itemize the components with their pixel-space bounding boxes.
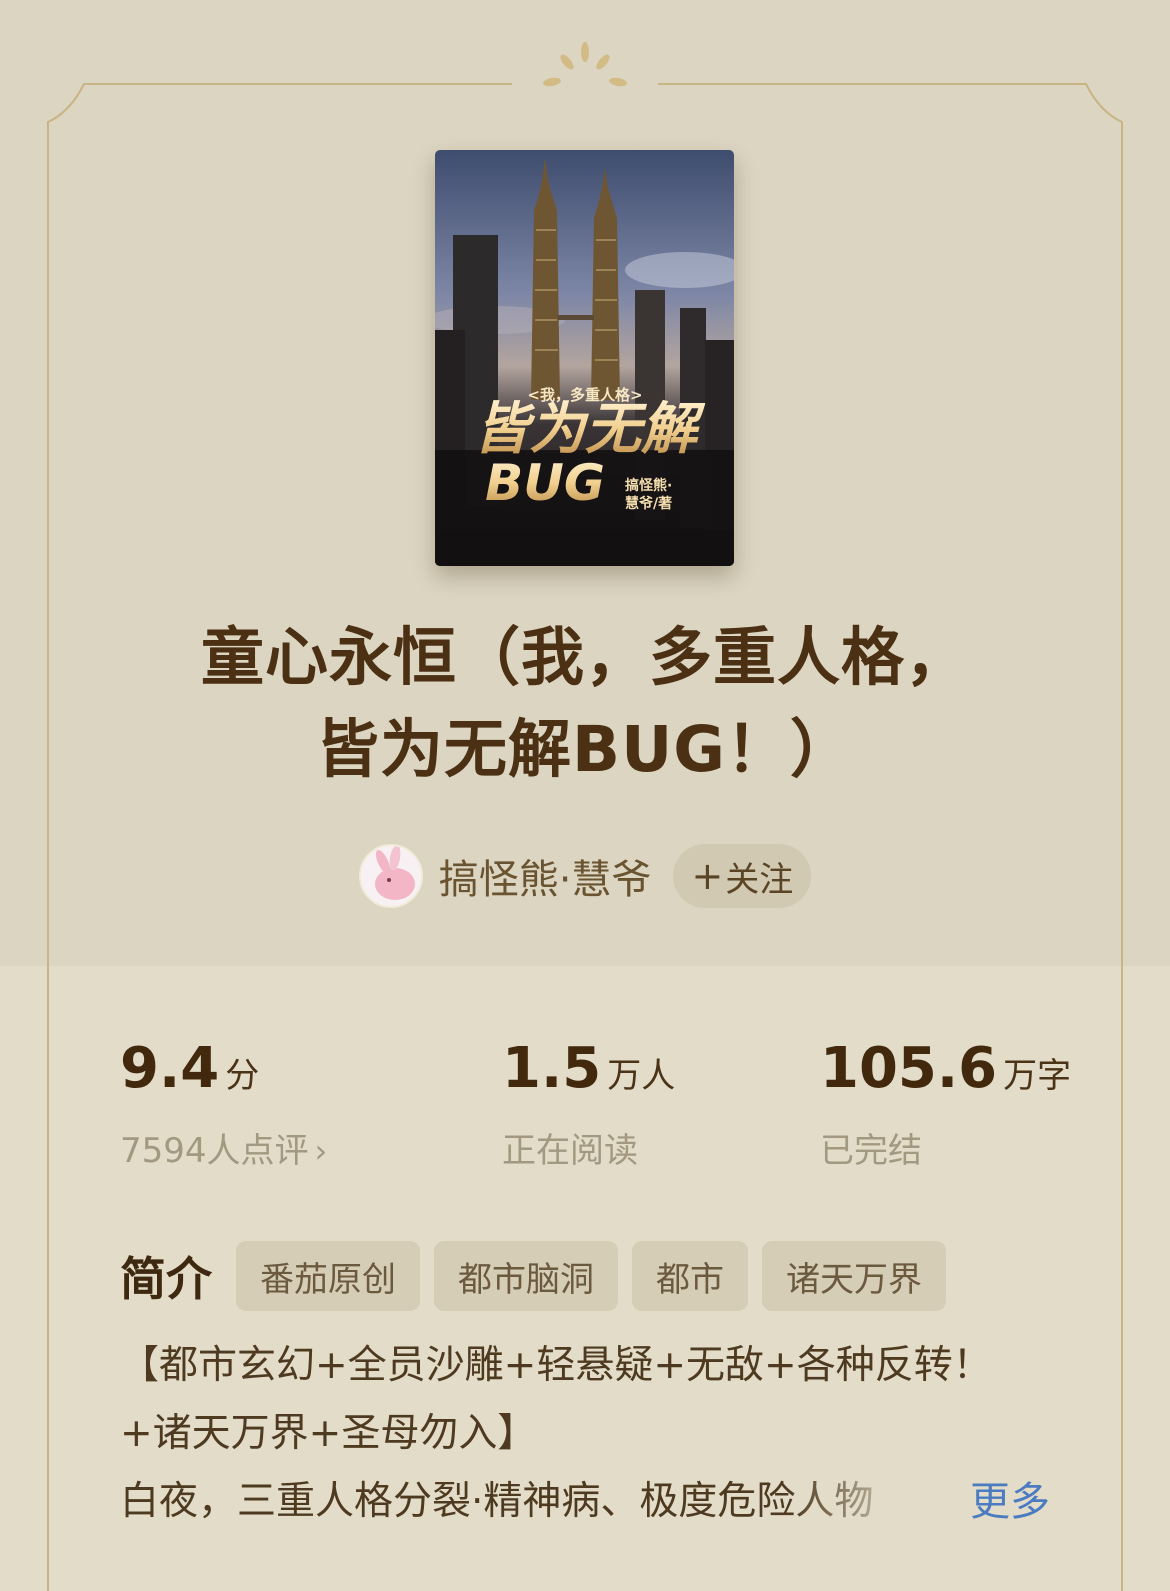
tag[interactable]: 番茄原创 — [236, 1241, 420, 1311]
stats-row: 9.4 分 7594人点评 › 1.5 万人 正在阅读 105.6 万字 已完结 — [0, 1030, 1170, 1180]
book-title-line-2: 皆为无解BUG！） — [316, 713, 854, 786]
follow-label: 关注 — [725, 859, 794, 900]
svg-text:皆为无解: 皆为无解 — [473, 397, 706, 462]
svg-text:搞怪熊·: 搞怪熊· — [625, 477, 672, 494]
rating-stat[interactable]: 9.4 分 7594人点评 › — [120, 1030, 327, 1172]
ornament-icon — [543, 42, 627, 87]
book-title-line-1: 童心永恒（我，多重人格， — [201, 621, 969, 694]
desc-line-truncated: 白夜，三重人格分裂·精神病、极度危险人物 更多 — [120, 1468, 1050, 1536]
tag[interactable]: 都市 — [632, 1241, 748, 1311]
words-stat: 105.6 万字 已完结 — [820, 1030, 1071, 1172]
book-cover-image: <我，多重人格> 皆为无解 BUG 搞怪熊· 慧爷/著 — [435, 150, 734, 566]
desc-line: 白夜，三重人格分裂·精神病、极度危险人物 — [120, 1479, 874, 1524]
book-cover[interactable]: <我，多重人格> 皆为无解 BUG 搞怪熊· 慧爷/著 — [435, 150, 734, 566]
readers-stat: 1.5 万人 正在阅读 — [502, 1030, 675, 1172]
plus-icon: + — [691, 854, 724, 898]
author-row: 搞怪熊·慧爷 + 关注 — [0, 842, 1170, 910]
chevron-right-icon: › — [314, 1132, 328, 1170]
intro-description: 【都市玄幻+全员沙雕+轻悬疑+无敌+各种反转！ +诸天万界+圣母勿入】 白夜，三… — [120, 1332, 1050, 1536]
avatar-image — [360, 846, 421, 906]
follow-button[interactable]: + 关注 — [673, 844, 812, 908]
rating-value: 9.4 — [120, 1036, 220, 1101]
book-title: 童心永恒（我，多重人格， 皆为无解BUG！） — [120, 612, 1050, 796]
rating-unit: 分 — [225, 1056, 260, 1096]
more-button[interactable]: 更多 — [954, 1468, 1050, 1536]
author-name[interactable]: 搞怪熊·慧爷 — [439, 847, 652, 905]
intro-label: 简介 — [120, 1252, 212, 1306]
svg-text:BUG: BUG — [485, 454, 605, 512]
words-value: 105.6 — [820, 1036, 998, 1101]
tag[interactable]: 诸天万界 — [762, 1241, 946, 1311]
review-count: 7594人点评 — [120, 1131, 309, 1171]
tag[interactable]: 都市脑洞 — [434, 1241, 618, 1311]
readers-label: 正在阅读 — [502, 1131, 638, 1171]
fade-overlay — [790, 1468, 930, 1536]
readers-value: 1.5 — [502, 1036, 602, 1101]
desc-line: +诸天万界+圣母勿入】 — [120, 1411, 537, 1456]
status-label: 已完结 — [820, 1131, 922, 1171]
svg-text:慧爷/著: 慧爷/著 — [625, 495, 672, 512]
words-unit: 万字 — [1003, 1056, 1072, 1096]
readers-unit: 万人 — [607, 1056, 676, 1096]
intro-header: 简介 番茄原创 都市脑洞 都市 诸天万界 — [120, 1240, 960, 1312]
desc-line: 【都市玄幻+全员沙雕+轻悬疑+无敌+各种反转！ — [120, 1343, 992, 1388]
author-avatar[interactable] — [358, 844, 423, 908]
